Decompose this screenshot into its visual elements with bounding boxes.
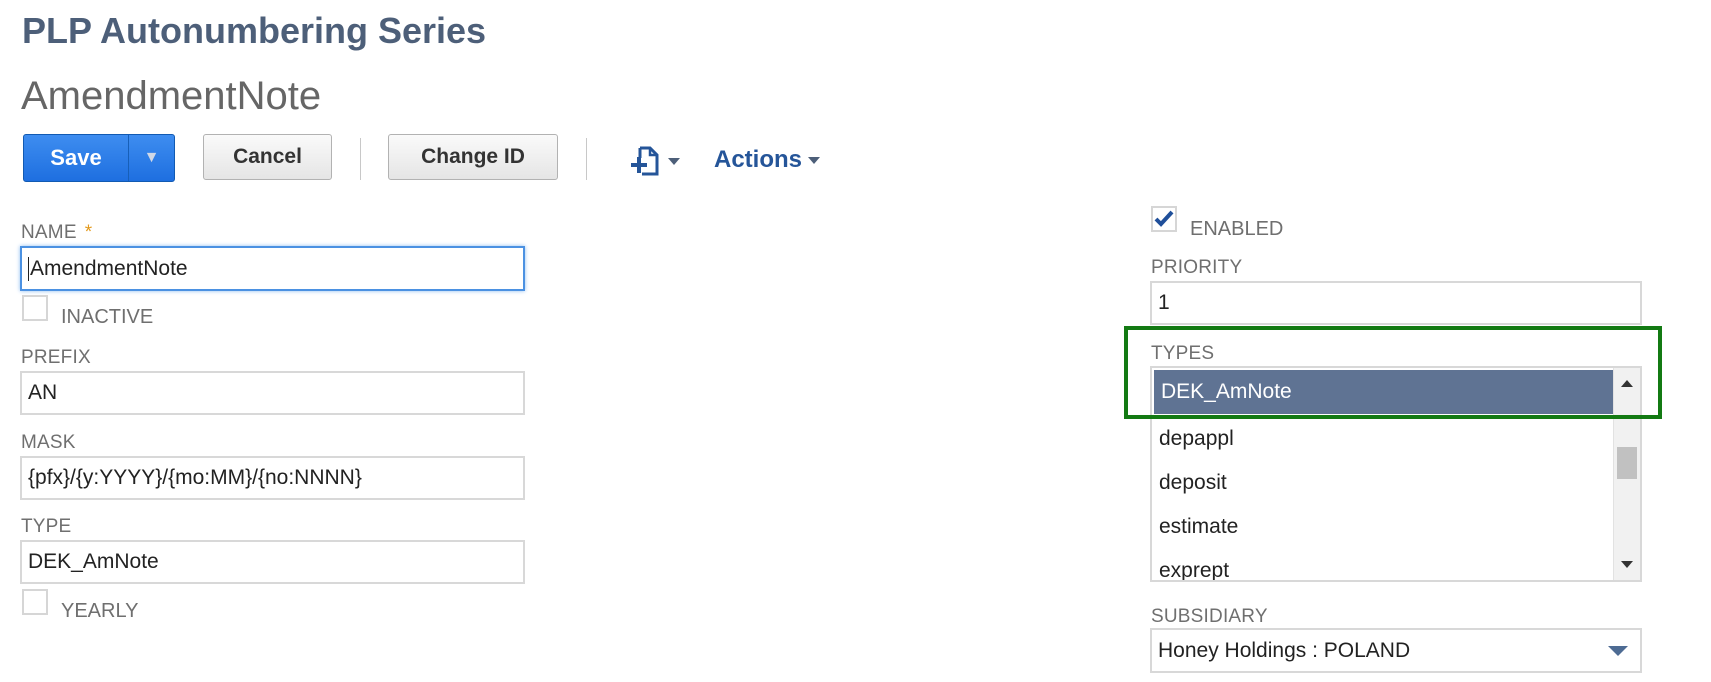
name-input[interactable]: AmendmentNote — [20, 246, 525, 291]
type-label: TYPE — [21, 516, 72, 537]
name-label-text: NAME — [21, 222, 77, 243]
new-record-menu[interactable] — [628, 143, 680, 179]
name-value: AmendmentNote — [30, 256, 188, 280]
types-option[interactable]: estimate — [1152, 505, 1626, 549]
checkmark-icon — [1154, 210, 1174, 227]
cancel-button[interactable]: Cancel — [203, 134, 332, 180]
prefix-input[interactable]: AN — [20, 371, 525, 415]
mask-label: MASK — [21, 432, 76, 453]
types-option[interactable]: deposit — [1152, 461, 1626, 505]
mask-input[interactable]: {pfx}/{y:YYYY}/{mo:MM}/{no:NNNN} — [20, 456, 525, 500]
page-title: PLP Autonumbering Series — [22, 10, 487, 51]
scroll-up-arrow-icon[interactable] — [1621, 380, 1633, 387]
change-id-button[interactable]: Change ID — [388, 134, 558, 180]
enabled-checkbox[interactable] — [1151, 206, 1177, 232]
mask-value: {pfx}/{y:YYYY}/{mo:MM}/{no:NNNN} — [28, 466, 362, 489]
subsidiary-label: SUBSIDIARY — [1151, 606, 1268, 627]
chevron-down-icon: ▼ — [143, 149, 160, 166]
prefix-label: PREFIX — [21, 347, 91, 368]
subsidiary-select[interactable]: Honey Holdings : POLAND — [1150, 628, 1642, 673]
subsidiary-value: Honey Holdings : POLAND — [1158, 638, 1411, 662]
required-asterisk: * — [84, 222, 93, 243]
types-label: TYPES — [1151, 343, 1215, 364]
caret-down-icon — [668, 157, 680, 165]
scrollbar-thumb[interactable] — [1617, 447, 1637, 479]
actions-menu[interactable]: Actions — [714, 146, 821, 174]
type-value: DEK_AmNote — [28, 550, 159, 573]
dropdown-arrow-icon — [1608, 646, 1628, 656]
name-label: NAME * — [21, 222, 92, 244]
yearly-label: YEARLY — [61, 600, 139, 622]
save-options-dropdown[interactable]: ▼ — [129, 135, 174, 181]
types-option[interactable]: exprept — [1152, 549, 1626, 580]
inactive-label: INACTIVE — [61, 306, 154, 328]
types-multiselect[interactable]: DEK_AmNote depappl deposit estimate expr… — [1150, 366, 1642, 582]
types-scrollbar[interactable] — [1613, 368, 1640, 580]
priority-value: 1 — [1158, 291, 1170, 314]
caret-down-icon — [808, 157, 821, 165]
prefix-value: AN — [28, 381, 58, 404]
priority-input[interactable]: 1 — [1150, 281, 1642, 325]
inactive-checkbox[interactable] — [22, 295, 48, 321]
actions-label: Actions — [714, 146, 803, 173]
yearly-checkbox[interactable] — [22, 589, 48, 615]
scroll-down-arrow-icon[interactable] — [1621, 561, 1633, 568]
types-option[interactable]: DEK_AmNote — [1154, 370, 1622, 414]
type-input[interactable]: DEK_AmNote — [20, 540, 525, 584]
new-document-plus-icon — [631, 146, 659, 176]
priority-label: PRIORITY — [1151, 257, 1243, 278]
text-cursor — [28, 256, 29, 281]
enabled-label: ENABLED — [1190, 218, 1284, 240]
toolbar-divider — [360, 138, 361, 180]
save-button[interactable]: Save — [24, 135, 129, 181]
types-option[interactable]: depappl — [1152, 417, 1626, 461]
save-button-group: Save ▼ — [23, 134, 175, 182]
toolbar-divider — [586, 138, 587, 180]
record-name-heading: AmendmentNote — [21, 74, 322, 118]
